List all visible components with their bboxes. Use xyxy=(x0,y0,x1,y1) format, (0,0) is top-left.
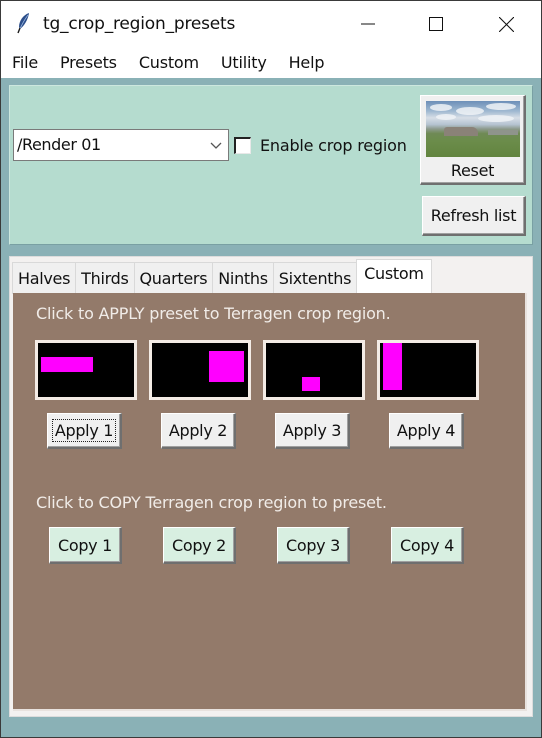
reset-label: Reset xyxy=(450,161,495,180)
refresh-list-button[interactable]: Refresh list xyxy=(422,196,526,236)
apply-4-label: Apply 4 xyxy=(396,421,456,440)
render-select-value: /Render 01 xyxy=(17,135,101,154)
preset-thumbnail-2 xyxy=(149,340,251,400)
close-icon xyxy=(498,16,514,32)
reset-button[interactable]: Reset xyxy=(420,95,526,185)
preset-notebook: Halves Thirds Quarters Ninths Sixtenths … xyxy=(9,256,533,717)
tab-halves[interactable]: Halves xyxy=(12,262,77,294)
custom-pane: Click to APPLY preset to Terragen crop r… xyxy=(13,293,527,711)
copy-4-button[interactable]: Copy 4 xyxy=(391,527,464,564)
apply-1-label: Apply 1 xyxy=(51,419,117,442)
preset-region-4 xyxy=(383,343,402,390)
tab-custom[interactable]: Custom xyxy=(356,259,432,294)
client-area: /Render 01 Enable crop region Reset Refr… xyxy=(1,78,541,737)
preset-thumbnail-1 xyxy=(35,340,137,400)
enable-crop-label[interactable]: Enable crop region xyxy=(260,136,407,155)
tab-ninths[interactable]: Ninths xyxy=(212,262,274,294)
title-bar[interactable]: tg_crop_region_presets xyxy=(1,1,541,47)
menu-utility[interactable]: Utility xyxy=(221,53,277,72)
minimize-button[interactable] xyxy=(333,1,403,47)
top-panel: /Render 01 Enable crop region Reset Refr… xyxy=(9,85,533,245)
preset-region-1 xyxy=(41,357,93,372)
window-title: tg_crop_region_presets xyxy=(43,14,236,34)
preset-thumbnail-4 xyxy=(377,340,479,400)
menu-presets[interactable]: Presets xyxy=(60,53,127,72)
apply-3-button[interactable]: Apply 3 xyxy=(275,413,350,449)
app-window: tg_crop_region_presets File Presets Cust… xyxy=(0,0,542,738)
tab-quarters[interactable]: Quarters xyxy=(133,262,214,294)
enable-crop-region[interactable]: Enable crop region xyxy=(234,129,407,161)
minimize-icon xyxy=(361,23,375,25)
menu-help[interactable]: Help xyxy=(289,53,335,72)
landscape-thumbnail-image xyxy=(425,101,520,157)
copy-3-button[interactable]: Copy 3 xyxy=(277,527,350,564)
menu-file[interactable]: File xyxy=(12,53,48,72)
copy-2-button[interactable]: Copy 2 xyxy=(163,527,236,564)
menu-bar: File Presets Custom Utility Help xyxy=(1,47,541,77)
enable-crop-checkbox[interactable] xyxy=(234,136,251,154)
render-select[interactable]: /Render 01 xyxy=(13,129,229,161)
menu-custom[interactable]: Custom xyxy=(139,53,209,72)
preset-region-3 xyxy=(302,377,320,391)
apply-4-button[interactable]: Apply 4 xyxy=(389,413,464,449)
copy-1-button[interactable]: Copy 1 xyxy=(49,527,122,564)
apply-instructions: Click to APPLY preset to Terragen crop r… xyxy=(36,304,391,323)
maximize-icon xyxy=(429,17,443,31)
apply-1-button[interactable]: Apply 1 xyxy=(47,413,122,449)
copy-instructions: Click to COPY Terragen crop region to pr… xyxy=(36,493,387,512)
tab-thirds[interactable]: Thirds xyxy=(75,262,135,294)
maximize-button[interactable] xyxy=(401,1,471,47)
close-button[interactable] xyxy=(471,1,541,47)
feather-icon xyxy=(17,13,29,34)
tab-bar: Halves Thirds Quarters Ninths Sixtenths … xyxy=(12,259,432,294)
apply-2-label: Apply 2 xyxy=(168,421,228,440)
tab-sixtenths[interactable]: Sixtenths xyxy=(272,262,358,294)
apply-2-button[interactable]: Apply 2 xyxy=(161,413,236,449)
apply-3-label: Apply 3 xyxy=(282,421,342,440)
preset-region-2 xyxy=(209,351,244,382)
preset-thumbnail-3 xyxy=(263,340,365,400)
chevron-down-icon[interactable] xyxy=(210,140,222,150)
